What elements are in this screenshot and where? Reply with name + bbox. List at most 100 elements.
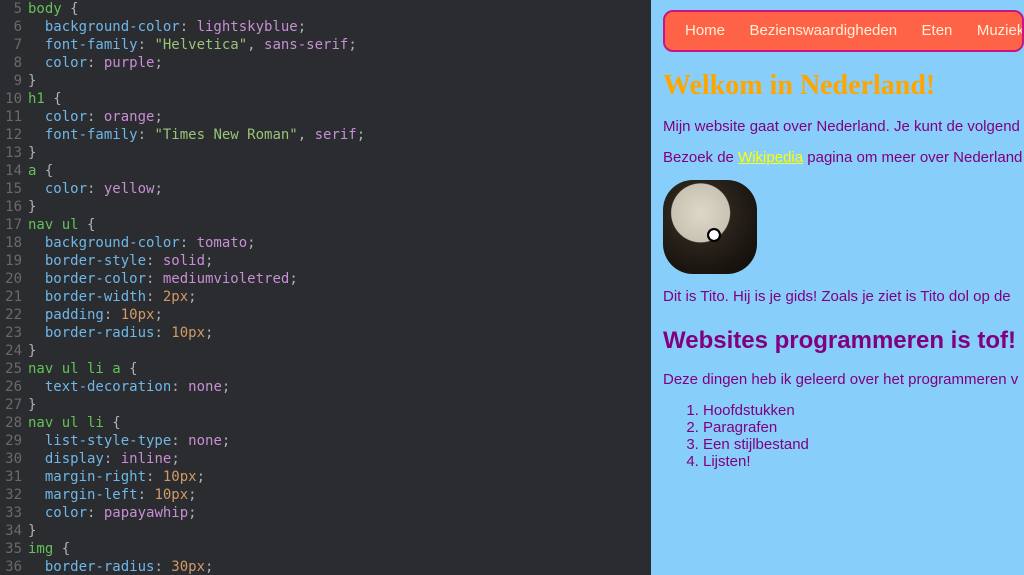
line-number: 14: [0, 162, 28, 180]
code-line[interactable]: 9}: [0, 72, 651, 90]
code-line[interactable]: 30 display: inline;: [0, 450, 651, 468]
nav-bar: Home Bezienswaardigheden Eten Muziek: [663, 10, 1024, 52]
code-content[interactable]: border-style: solid;: [28, 252, 651, 270]
code-line[interactable]: 20 border-color: mediumvioletred;: [0, 270, 651, 288]
code-line[interactable]: 24}: [0, 342, 651, 360]
code-line[interactable]: 15 color: yellow;: [0, 180, 651, 198]
nav-link[interactable]: Bezienswaardigheden: [749, 22, 897, 39]
nav-link[interactable]: Muziek: [977, 22, 1024, 39]
line-number: 11: [0, 108, 28, 126]
nav-item-muziek[interactable]: Muziek: [977, 22, 1024, 39]
code-content[interactable]: background-color: lightskyblue;: [28, 18, 651, 36]
nav-item-eten[interactable]: Eten: [922, 22, 953, 39]
code-line[interactable]: 31 margin-right: 10px;: [0, 468, 651, 486]
code-editor[interactable]: 5body {6 background-color: lightskyblue;…: [0, 0, 651, 575]
code-content[interactable]: }: [28, 72, 651, 90]
code-line[interactable]: 16}: [0, 198, 651, 216]
code-line[interactable]: 34}: [0, 522, 651, 540]
line-number: 35: [0, 540, 28, 558]
code-content[interactable]: nav ul li {: [28, 414, 651, 432]
line-number: 33: [0, 504, 28, 522]
code-line[interactable]: 18 background-color: tomato;: [0, 234, 651, 252]
code-line[interactable]: 12 font-family: "Times New Roman", serif…: [0, 126, 651, 144]
code-line[interactable]: 8 color: purple;: [0, 54, 651, 72]
code-content[interactable]: }: [28, 522, 651, 540]
code-line[interactable]: 26 text-decoration: none;: [0, 378, 651, 396]
code-content[interactable]: background-color: tomato;: [28, 234, 651, 252]
code-line[interactable]: 27}: [0, 396, 651, 414]
code-line[interactable]: 11 color: orange;: [0, 108, 651, 126]
line-number: 19: [0, 252, 28, 270]
code-line[interactable]: 13}: [0, 144, 651, 162]
line-number: 5: [0, 0, 28, 18]
nav-item-bezienswaardigheden[interactable]: Bezienswaardigheden: [749, 22, 897, 39]
line-number: 21: [0, 288, 28, 306]
code-line[interactable]: 17nav ul {: [0, 216, 651, 234]
line-number: 22: [0, 306, 28, 324]
code-line[interactable]: 6 background-color: lightskyblue;: [0, 18, 651, 36]
code-content[interactable]: border-width: 2px;: [28, 288, 651, 306]
line-number: 30: [0, 450, 28, 468]
line-number: 29: [0, 432, 28, 450]
preview-pane: Home Bezienswaardigheden Eten Muziek Wel…: [651, 0, 1024, 575]
code-content[interactable]: color: papayawhip;: [28, 504, 651, 522]
tito-paragraph: Dit is Tito. Hij is je gids! Zoals je zi…: [663, 288, 1024, 305]
list-item: Hoofdstukken: [703, 402, 1024, 419]
code-content[interactable]: list-style-type: none;: [28, 432, 651, 450]
code-content[interactable]: color: orange;: [28, 108, 651, 126]
code-line[interactable]: 28nav ul li {: [0, 414, 651, 432]
line-number: 9: [0, 72, 28, 90]
line-number: 26: [0, 378, 28, 396]
line-number: 8: [0, 54, 28, 72]
code-content[interactable]: }: [28, 198, 651, 216]
code-line[interactable]: 21 border-width: 2px;: [0, 288, 651, 306]
code-content[interactable]: nav ul {: [28, 216, 651, 234]
code-content[interactable]: color: yellow;: [28, 180, 651, 198]
code-content[interactable]: margin-left: 10px;: [28, 486, 651, 504]
nav-item-home[interactable]: Home: [685, 22, 725, 39]
nav-link[interactable]: Home: [685, 22, 725, 39]
code-content[interactable]: font-family: "Times New Roman", serif;: [28, 126, 651, 144]
code-content[interactable]: color: purple;: [28, 54, 651, 72]
line-number: 20: [0, 270, 28, 288]
code-line[interactable]: 19 border-style: solid;: [0, 252, 651, 270]
code-content[interactable]: }: [28, 144, 651, 162]
code-line[interactable]: 22 padding: 10px;: [0, 306, 651, 324]
code-content[interactable]: }: [28, 396, 651, 414]
code-line[interactable]: 23 border-radius: 10px;: [0, 324, 651, 342]
code-content[interactable]: text-decoration: none;: [28, 378, 651, 396]
code-line[interactable]: 33 color: papayawhip;: [0, 504, 651, 522]
code-content[interactable]: border-radius: 30px;: [28, 558, 651, 575]
wiki-pre: Bezoek de: [663, 149, 738, 166]
code-line[interactable]: 36 border-radius: 30px;: [0, 558, 651, 575]
code-line[interactable]: 25nav ul li a {: [0, 360, 651, 378]
code-content[interactable]: a {: [28, 162, 651, 180]
list-item: Paragrafen: [703, 419, 1024, 436]
code-line[interactable]: 32 margin-left: 10px;: [0, 486, 651, 504]
code-content[interactable]: font-family: "Helvetica", sans-serif;: [28, 36, 651, 54]
line-number: 27: [0, 396, 28, 414]
nav-link[interactable]: Eten: [922, 22, 953, 39]
code-content[interactable]: border-radius: 10px;: [28, 324, 651, 342]
code-content[interactable]: padding: 10px;: [28, 306, 651, 324]
line-number: 16: [0, 198, 28, 216]
code-content[interactable]: nav ul li a {: [28, 360, 651, 378]
code-line[interactable]: 5body {: [0, 0, 651, 18]
code-content[interactable]: border-color: mediumvioletred;: [28, 270, 651, 288]
code-line[interactable]: 14a {: [0, 162, 651, 180]
code-line[interactable]: 29 list-style-type: none;: [0, 432, 651, 450]
wikipedia-paragraph: Bezoek de Wikipedia pagina om meer over …: [663, 149, 1024, 166]
code-line[interactable]: 10h1 {: [0, 90, 651, 108]
code-content[interactable]: h1 {: [28, 90, 651, 108]
code-content[interactable]: body {: [28, 0, 651, 18]
code-line[interactable]: 7 font-family: "Helvetica", sans-serif;: [0, 36, 651, 54]
tito-image: [663, 180, 757, 274]
line-number: 32: [0, 486, 28, 504]
code-line[interactable]: 35img {: [0, 540, 651, 558]
code-content[interactable]: display: inline;: [28, 450, 651, 468]
section-heading: Websites programmeren is tof!: [663, 327, 1024, 355]
code-content[interactable]: img {: [28, 540, 651, 558]
code-content[interactable]: margin-right: 10px;: [28, 468, 651, 486]
wikipedia-link[interactable]: Wikipedia: [738, 149, 803, 166]
code-content[interactable]: }: [28, 342, 651, 360]
